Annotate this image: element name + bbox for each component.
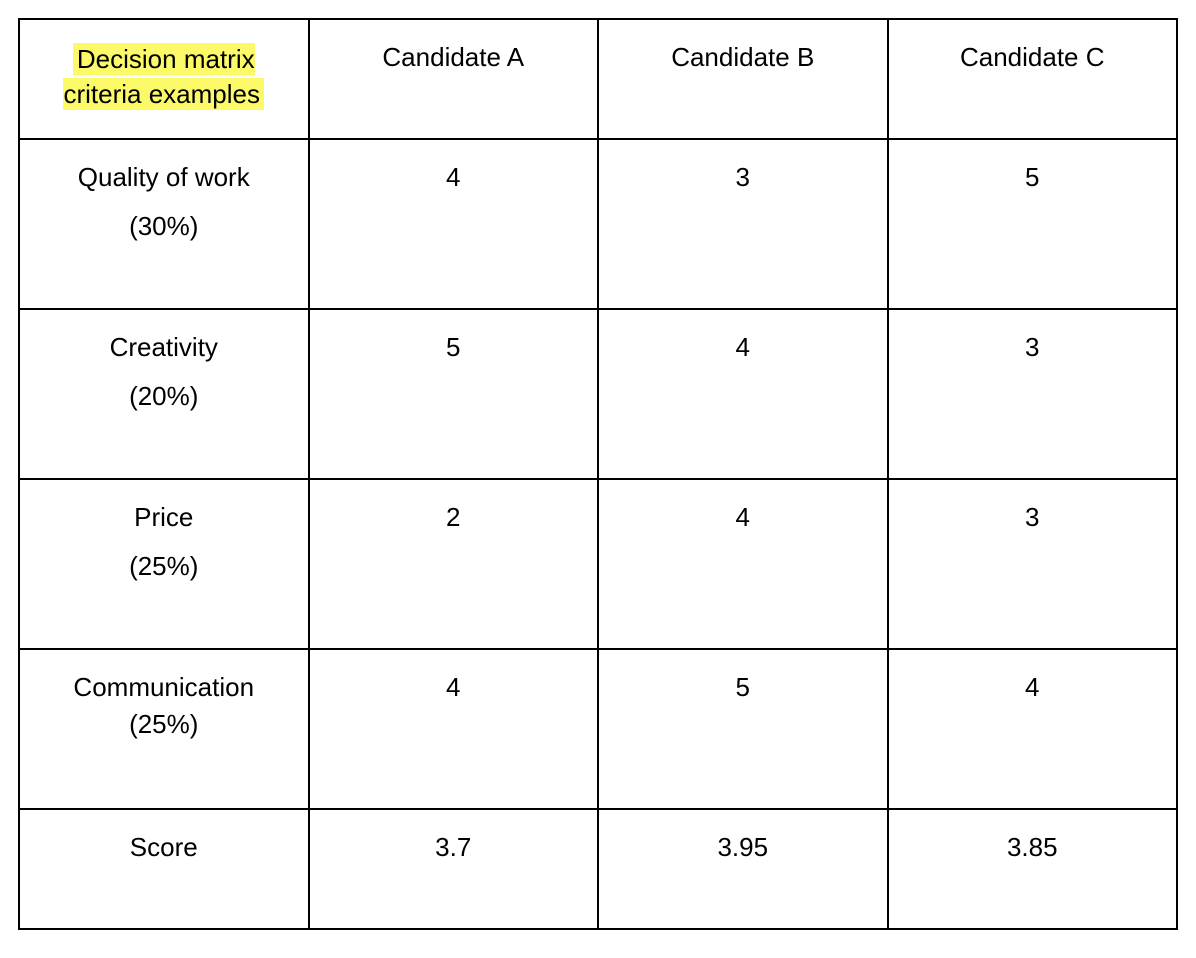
- highlighted-title: Decision matrix criteria examples: [63, 43, 264, 110]
- header-criteria: Decision matrix criteria examples: [19, 19, 309, 139]
- table-row: Quality of work (30%) 4 3 5: [19, 139, 1177, 309]
- header-candidate-c: Candidate C: [888, 19, 1178, 139]
- value-cell: 2: [309, 479, 599, 649]
- criteria-name: Price: [30, 502, 298, 533]
- table-row: Creativity (20%) 5 4 3: [19, 309, 1177, 479]
- criteria-weight: (25%): [30, 709, 298, 740]
- header-criteria-line1: Decision matrix: [77, 44, 255, 74]
- value-cell: 5: [598, 649, 888, 809]
- header-criteria-line2: criteria examples: [63, 79, 260, 109]
- header-candidate-a: Candidate A: [309, 19, 599, 139]
- page: Decision matrix criteria examples Candid…: [0, 0, 1196, 958]
- value-cell: 3: [888, 309, 1178, 479]
- value-cell: 4: [309, 649, 599, 809]
- decision-matrix-table: Decision matrix criteria examples Candid…: [18, 18, 1178, 930]
- table-header-row: Decision matrix criteria examples Candid…: [19, 19, 1177, 139]
- criteria-cell: Price (25%): [19, 479, 309, 649]
- criteria-cell: Communication (25%): [19, 649, 309, 809]
- value-cell: 3: [888, 479, 1178, 649]
- value-cell: 4: [598, 479, 888, 649]
- score-value: 3.85: [888, 809, 1178, 929]
- score-value: 3.95: [598, 809, 888, 929]
- criteria-weight: (25%): [30, 551, 298, 582]
- criteria-name: Communication: [30, 672, 298, 703]
- value-cell: 4: [888, 649, 1178, 809]
- value-cell: 5: [309, 309, 599, 479]
- table-row: Communication (25%) 4 5 4: [19, 649, 1177, 809]
- criteria-weight: (20%): [30, 381, 298, 412]
- criteria-name: Quality of work: [30, 162, 298, 193]
- score-value: 3.7: [309, 809, 599, 929]
- score-row: Score 3.7 3.95 3.85: [19, 809, 1177, 929]
- score-label: Score: [19, 809, 309, 929]
- table-row: Price (25%) 2 4 3: [19, 479, 1177, 649]
- value-cell: 5: [888, 139, 1178, 309]
- criteria-name: Creativity: [30, 332, 298, 363]
- criteria-cell: Creativity (20%): [19, 309, 309, 479]
- header-candidate-b: Candidate B: [598, 19, 888, 139]
- value-cell: 4: [309, 139, 599, 309]
- criteria-weight: (30%): [30, 211, 298, 242]
- criteria-cell: Quality of work (30%): [19, 139, 309, 309]
- value-cell: 4: [598, 309, 888, 479]
- value-cell: 3: [598, 139, 888, 309]
